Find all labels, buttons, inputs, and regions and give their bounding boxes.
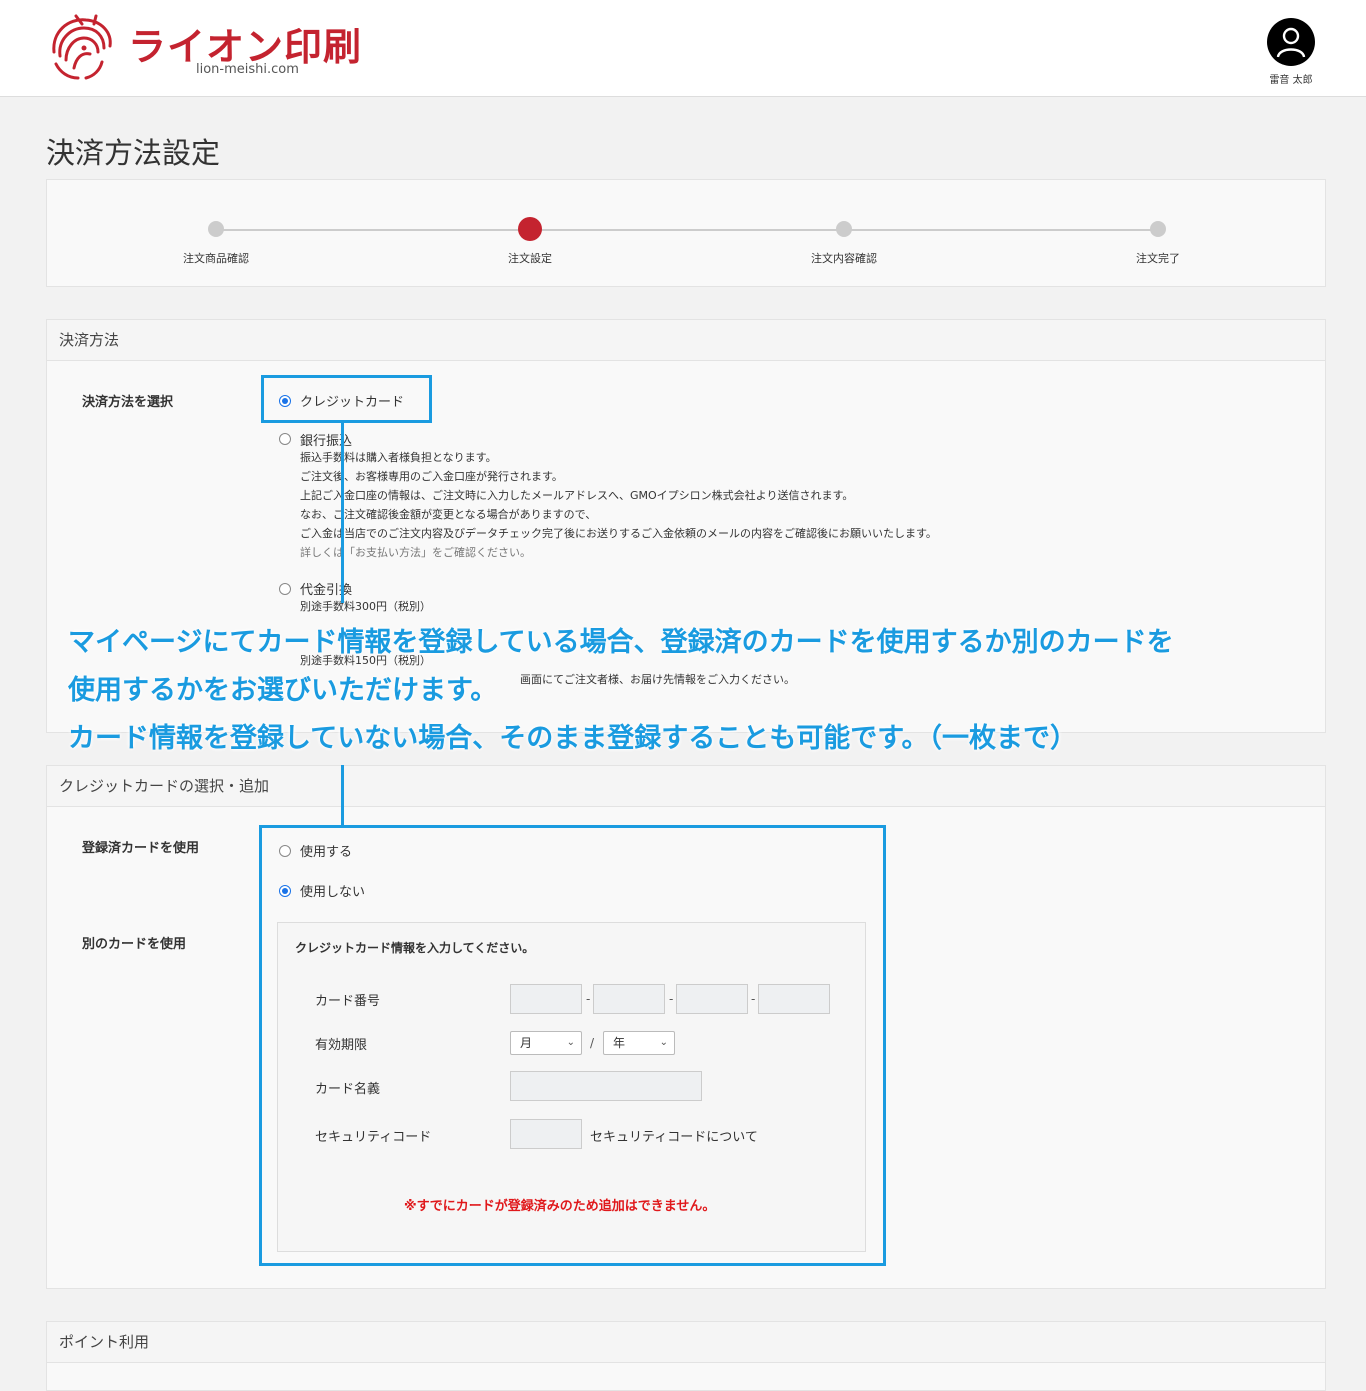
lion-logo-icon bbox=[52, 14, 112, 80]
panel-heading: 決済方法 bbox=[47, 320, 1325, 361]
other-note: 画面にてご注文者様、お届け先情報をご入力ください。 bbox=[520, 673, 795, 686]
bank-transfer-option[interactable]: 銀行振込 bbox=[300, 430, 352, 449]
registered-card-label: 登録済カードを使用 bbox=[82, 841, 200, 856]
user-menu[interactable]: 雷音 太郎 bbox=[1262, 18, 1320, 86]
other-card-label: 別のカードを使用 bbox=[82, 937, 187, 952]
step-dot bbox=[208, 221, 224, 237]
payment-select-label: 決済方法を選択 bbox=[82, 395, 174, 410]
cod-radio[interactable] bbox=[279, 583, 291, 595]
step-label: 注文商品確認 bbox=[183, 252, 249, 265]
step-label: 注文完了 bbox=[1136, 252, 1180, 265]
payment-help-link[interactable]: 詳しくは「お支払い方法」をご確認ください。 bbox=[300, 543, 531, 562]
panel-heading: クレジットカードの選択・追加 bbox=[47, 766, 1325, 807]
annotation-line-1: マイページにてカード情報を登録している場合、登録済のカードを使用するか別のカード… bbox=[68, 627, 1174, 658]
bank-transfer-radio[interactable] bbox=[279, 433, 291, 445]
cod-note: 別途手数料300円（税別） bbox=[300, 600, 431, 613]
page-title: 決済方法設定 bbox=[46, 136, 221, 170]
site-header: ライオン印刷 lion-meishi.com 雷音 太郎 bbox=[0, 0, 1366, 97]
bank-note: 振込手数料は購入者様負担となります。 bbox=[300, 451, 497, 464]
user-name: 雷音 太郎 bbox=[1269, 75, 1313, 86]
avatar[interactable] bbox=[1267, 18, 1315, 66]
cod-option[interactable]: 代金引換 bbox=[300, 579, 352, 598]
connector-line bbox=[341, 765, 344, 827]
step-dot-active bbox=[518, 217, 542, 241]
step-dot bbox=[1150, 221, 1166, 237]
order-progress: 注文商品確認 注文設定 注文内容確認 注文完了 bbox=[46, 179, 1326, 287]
bank-note: なお、ご注文確認後金額が変更となる場合がありますので、 bbox=[300, 508, 597, 521]
brand-domain: lion-meishi.com bbox=[196, 62, 299, 77]
step-dot bbox=[836, 221, 852, 237]
bank-note: ご入金は当店でのご注文内容及びデータチェック完了後にお送りするご入金依頼のメール… bbox=[300, 527, 937, 540]
panel-heading: ポイント利用 bbox=[47, 1322, 1325, 1363]
card-selection-highlight bbox=[259, 825, 886, 1266]
credit-card-highlight bbox=[261, 375, 432, 423]
annotation-line-2: 使用するかをお選びいただけます。 bbox=[68, 675, 498, 706]
step-label: 注文内容確認 bbox=[811, 252, 877, 265]
site-logo[interactable]: ライオン印刷 lion-meishi.com bbox=[46, 12, 376, 82]
user-icon bbox=[1276, 27, 1306, 58]
connector-line bbox=[341, 423, 344, 603]
progress-line bbox=[215, 229, 1159, 231]
annotation-line-3: カード情報を登録していない場合、そのまま登録することも可能です。（一枚まで） bbox=[68, 723, 1077, 754]
bank-note: ご注文後、お客様専用のご入金口座が発行されます。 bbox=[300, 470, 563, 483]
step-label: 注文設定 bbox=[508, 252, 552, 265]
bank-note: 上記ご入金口座の情報は、ご注文時に入力したメールアドレスへ、GMOイプシロン株式… bbox=[300, 489, 854, 502]
